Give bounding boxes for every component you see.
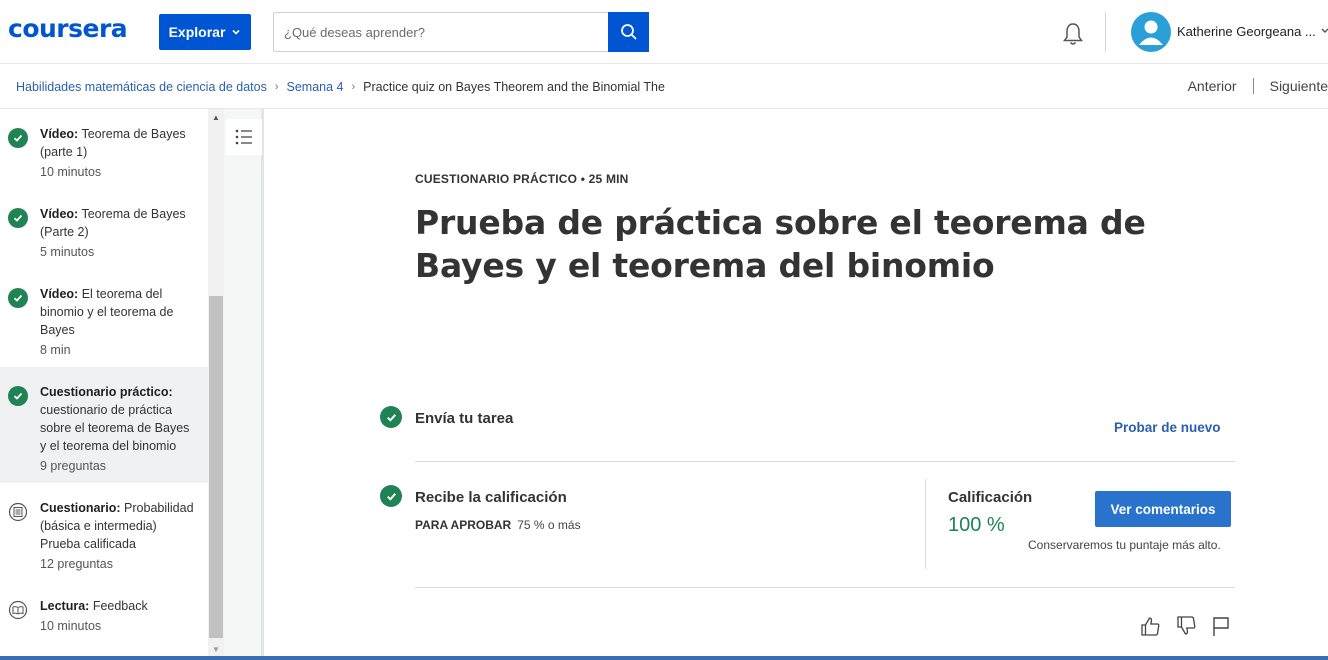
top-navigation-bar: coursera Explorar Katherine Georgeana ..… <box>0 0 1328 64</box>
user-name[interactable]: Katherine Georgeana ... <box>1177 24 1316 39</box>
scrollbar-thumb[interactable] <box>209 296 223 638</box>
passing-requirement: PARA APROBAR 75 % o más <box>415 518 581 532</box>
sidebar-item-type: Cuestionario práctico: <box>40 385 173 399</box>
sidebar-item-duration: 10 minutos <box>40 619 102 633</box>
sidebar-item-duration: 12 preguntas <box>40 557 113 571</box>
grade-label: Calificación <box>948 489 1033 506</box>
search-input[interactable] <box>274 13 609 51</box>
submit-completed-check-icon <box>380 406 402 428</box>
taskbar-edge <box>0 656 1328 660</box>
flag-icon[interactable] <box>1210 615 1232 637</box>
pass-value: 75 % o más <box>517 518 581 532</box>
breadcrumb-chevron-icon: › <box>274 81 279 93</box>
item-kicker: CUESTIONARIO PRÁCTICO • 25 MIN <box>415 172 629 186</box>
sidebar-scrollbar[interactable]: ▲ ▼ <box>208 109 224 658</box>
sidebar-item-label: cuestionario de práctica sobre el teorem… <box>40 403 190 453</box>
completed-check-icon <box>8 288 28 308</box>
sidebar-item-label: Feedback <box>92 599 148 613</box>
thumbs-up-icon[interactable] <box>1139 615 1161 637</box>
notifications-bell-icon[interactable] <box>1059 20 1087 48</box>
sidebar-item-video-binomial[interactable]: Vídeo: El teorema del binomio y el teore… <box>0 269 208 367</box>
breadcrumb-chevron-icon: › <box>351 81 356 93</box>
sidebar-item-duration: 9 preguntas <box>40 459 107 473</box>
sidebar-item-video-bayes-2[interactable]: Vídeo: Teorema de Bayes (Parte 2) 5 minu… <box>0 189 208 269</box>
user-menu-chevron-icon[interactable] <box>1321 26 1328 36</box>
sidebar-item-type: Cuestionario: <box>40 501 121 515</box>
sidebar-item-duration: 5 minutos <box>40 245 95 259</box>
sidebar-item-video-bayes-1[interactable]: Vídeo: Teorema de Bayes (parte 1) 10 min… <box>0 109 208 189</box>
sidebar-item-practice-quiz[interactable]: Cuestionario práctico: cuestionario de p… <box>0 367 208 483</box>
reading-book-icon <box>8 600 28 620</box>
scroll-up-arrow-icon[interactable]: ▲ <box>212 113 220 122</box>
section-divider <box>415 461 1235 462</box>
header-divider <box>1105 12 1106 52</box>
outline-toggle-column <box>224 109 264 660</box>
sidebar-item-reading-feedback[interactable]: Lectura: Feedback 10 minutos <box>0 581 208 643</box>
breadcrumb-current: Practice quiz on Bayes Theorem and the B… <box>363 80 665 94</box>
breadcrumb: Habilidades matemáticas de ciencia de da… <box>16 80 665 94</box>
sidebar-item-type: Vídeo: <box>40 127 79 141</box>
submit-assignment-label: Envía tu tarea <box>415 410 514 427</box>
list-icon <box>235 129 252 145</box>
chevron-down-icon <box>232 29 240 35</box>
course-outline-sidebar: Vídeo: Teorema de Bayes (parte 1) 10 min… <box>0 109 208 660</box>
quiz-icon <box>8 502 28 522</box>
pass-label: PARA APROBAR <box>415 518 512 532</box>
search-button[interactable] <box>608 12 649 52</box>
breadcrumb-bar: Habilidades matemáticas de ciencia de da… <box>0 64 1328 109</box>
completed-check-icon <box>8 208 28 228</box>
receive-grade-label: Recibe la calificación <box>415 489 567 506</box>
search-bar <box>273 12 649 52</box>
scroll-down-arrow-icon[interactable]: ▼ <box>212 645 220 654</box>
breadcrumb-course-link[interactable]: Habilidades matemáticas de ciencia de da… <box>16 80 267 94</box>
completed-check-icon <box>8 386 28 406</box>
section-divider <box>415 587 1235 588</box>
highest-score-note: Conservaremos tu puntaje más alto. <box>1028 538 1221 552</box>
prev-next-divider <box>1252 78 1254 94</box>
user-silhouette-icon <box>1139 20 1163 45</box>
prev-next-nav: Anterior Siguiente <box>1188 78 1328 94</box>
sidebar-item-graded-quiz[interactable]: Cuestionario: Probabilidad (básica e int… <box>0 483 208 581</box>
sidebar-item-type: Vídeo: <box>40 207 79 221</box>
completed-check-icon <box>8 128 28 148</box>
thumbs-down-icon[interactable] <box>1175 615 1197 637</box>
coursera-logo[interactable]: coursera <box>8 14 128 43</box>
sidebar-item-duration: 8 min <box>40 343 71 357</box>
previous-button[interactable]: Anterior <box>1188 78 1237 94</box>
grade-completed-check-icon <box>380 485 402 507</box>
sidebar-item-duration: 10 minutos <box>40 165 102 179</box>
grade-value: 100 % <box>948 514 1005 536</box>
explore-button-label: Explorar <box>168 24 226 40</box>
page-title: Prueba de práctica sobre el teorema de B… <box>415 203 1146 285</box>
outline-toggle-button[interactable] <box>226 119 262 155</box>
search-icon <box>620 24 637 40</box>
view-feedback-button[interactable]: Ver comentarios <box>1095 491 1231 527</box>
sidebar-item-type: Lectura: <box>40 599 90 613</box>
breadcrumb-week-link[interactable]: Semana 4 <box>287 80 344 94</box>
explore-button[interactable]: Explorar <box>159 14 251 50</box>
retry-button[interactable]: Probar de nuevo <box>1114 420 1221 435</box>
user-avatar[interactable] <box>1131 12 1171 52</box>
grade-vertical-divider <box>925 479 926 569</box>
sidebar-item-type: Vídeo: <box>40 287 79 301</box>
next-button[interactable]: Siguiente <box>1270 78 1328 94</box>
